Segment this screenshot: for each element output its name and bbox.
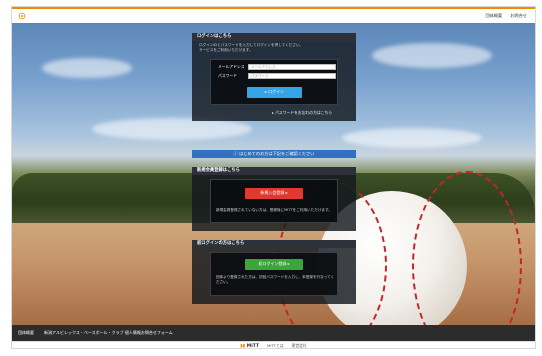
site-logo-icon[interactable] xyxy=(18,12,26,20)
footer-link-mitt[interactable]: MiTTとは xyxy=(267,343,284,348)
top-links: 団体概要 お問合せ xyxy=(485,13,527,19)
email-label: メールアドレス xyxy=(218,64,245,69)
new-member-panel: 新規会員登録はこちら 新規入会登録 ▸ 新規会員登録されていない方は、登録後にM… xyxy=(192,167,356,231)
new-member-title: 新規会員登録はこちら xyxy=(192,167,356,175)
info-icon: ⓘ xyxy=(233,151,238,156)
login-description: ログインIDとパスワードを入力してログインを押してください。 サービスをご利用い… xyxy=(199,43,304,52)
password-input[interactable]: パスワード xyxy=(248,73,336,79)
footer-link-privacy[interactable]: 新潟アルビレックス・ベースボール・クラブ 個人情報お問合せフォーム xyxy=(44,325,173,341)
login-icon: ▸ xyxy=(264,89,267,94)
login-panel-title: ログインはこちら xyxy=(192,33,356,41)
chevron-right-icon: ▸ xyxy=(272,110,274,115)
login-button[interactable]: ▸ ログイン xyxy=(247,87,302,98)
first-login-button[interactable]: 初ログイン登録 ▸ xyxy=(245,259,303,270)
top-bar: 団体概要 お問合せ xyxy=(12,7,535,23)
login-panel: ログインはこちら ログインIDとパスワードを入力してログインを押してください。 … xyxy=(192,33,356,121)
chevron-right-icon: ▸ xyxy=(287,261,290,266)
chevron-right-icon: ▸ xyxy=(285,190,288,195)
first-login-title: 初ログインの方はこちら xyxy=(192,240,356,248)
hero-background: ログインはこちら ログインIDとパスワードを入力してログインを押してください。 … xyxy=(12,23,535,325)
login-form: メールアドレス メールアドレス パスワード パスワード ▸ ログイン xyxy=(210,59,338,105)
password-label: パスワード xyxy=(218,73,237,78)
new-member-desc: 新規会員登録されていない方は、登録後にMITTをご利用いただけます。 xyxy=(216,208,332,212)
browser-page: 団体概要 お問合せ ログインはこちら ログインIDとパスワードを入力してログイン… xyxy=(11,6,536,349)
first-login-desc: 団体より登録された方は、初回パスワードを入力し、本登録を行なってください。 xyxy=(216,275,335,284)
first-login-box: 初ログイン登録 ▸ 団体より登録された方は、初回パスワードを入力し、本登録を行な… xyxy=(210,252,338,296)
mitt-logo-mark: ▮▮ xyxy=(240,343,246,349)
footer-link-company[interactable]: 運営会社 xyxy=(292,343,307,348)
footer-bottom: ▮▮ MiTT MiTTとは 運営会社 xyxy=(12,341,535,349)
login-button-label: ログイン xyxy=(268,89,285,94)
top-link-contact[interactable]: お問合せ xyxy=(510,13,527,19)
first-login-panel: 初ログインの方はこちら 初ログイン登録 ▸ 団体より登録された方は、初回パスワー… xyxy=(192,240,356,304)
new-member-box: 新規入会登録 ▸ 新規会員登録されていない方は、登録後にMITTをご利用いただけ… xyxy=(210,179,338,223)
mitt-logo[interactable]: ▮▮ MiTT xyxy=(240,344,259,349)
footer: 団体概要 新潟アルビレックス・ベースボール・クラブ 個人情報お問合せフォーム xyxy=(12,325,535,341)
footer-link-about[interactable]: 団体概要 xyxy=(18,325,34,341)
forgot-password-link[interactable]: ▸ パスワードをお忘れの方はこちら xyxy=(272,110,332,116)
top-link-about[interactable]: 団体概要 xyxy=(485,13,502,19)
email-input[interactable]: メールアドレス xyxy=(248,64,336,70)
first-time-notice[interactable]: ⓘ はじめてのお方は下記をご確認ください xyxy=(192,150,356,158)
new-member-button[interactable]: 新規入会登録 ▸ xyxy=(245,188,303,199)
